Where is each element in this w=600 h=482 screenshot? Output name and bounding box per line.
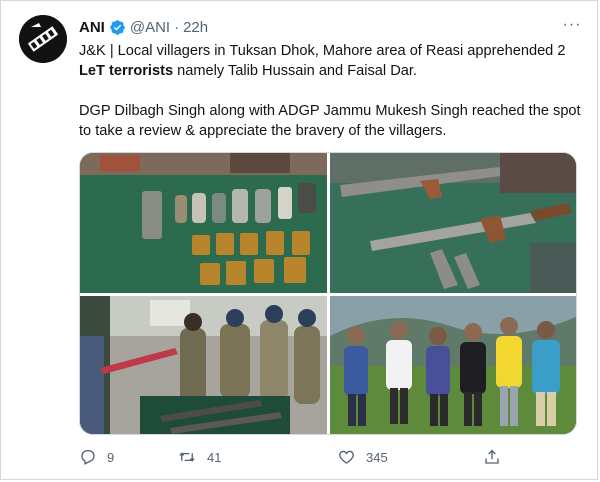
separator-dot: · [174,18,180,36]
avatar[interactable] [19,15,67,63]
verified-badge-icon [110,19,125,35]
media-grid [79,152,577,435]
retweet-count: 41 [207,449,222,465]
like-count: 345 [366,449,388,465]
heart-icon [339,450,354,464]
retweet-icon [179,452,195,462]
reply-icon [81,449,95,465]
retweet-button[interactable]: 41 [177,448,221,466]
tweet-header: ANI @ANI · 22h [79,16,208,38]
share-button[interactable] [483,448,501,466]
photo-officials-inspecting[interactable] [80,296,327,434]
reply-count: 9 [107,449,115,465]
tweet-card: ANI @ANI · 22h ··· J&K | Local villagers… [0,0,598,480]
tweet-text-bold: LeT terrorists [79,63,174,79]
tweet-time[interactable]: 22h [183,19,208,36]
tweet-text: J&K | Local villagers in Tuksan Dhok, Ma… [79,41,584,141]
author-name[interactable]: ANI [79,19,105,36]
photo-villagers-group[interactable] [330,296,576,434]
action-bar: 9 41 345 [79,448,584,468]
reply-button[interactable]: 9 [79,448,114,466]
tweet-text-paragraph2: DGP Dilbagh Singh along with ADGP Jammu … [79,103,581,139]
photo-weapons-ammunition[interactable] [80,153,327,293]
like-button[interactable]: 345 [337,448,388,466]
tweet-text-line1-suffix: namely Talib Hussain and Faisal Dar. [173,63,417,79]
tweet-text-line1: J&K | Local villagers in Tuksan Dhok, Ma… [79,43,566,59]
share-icon [485,449,499,464]
more-options-icon[interactable]: ··· [561,17,583,33]
photo-seized-rifles[interactable] [330,153,576,293]
ani-logo-icon [19,15,67,63]
author-handle[interactable]: @ANI [130,19,170,36]
